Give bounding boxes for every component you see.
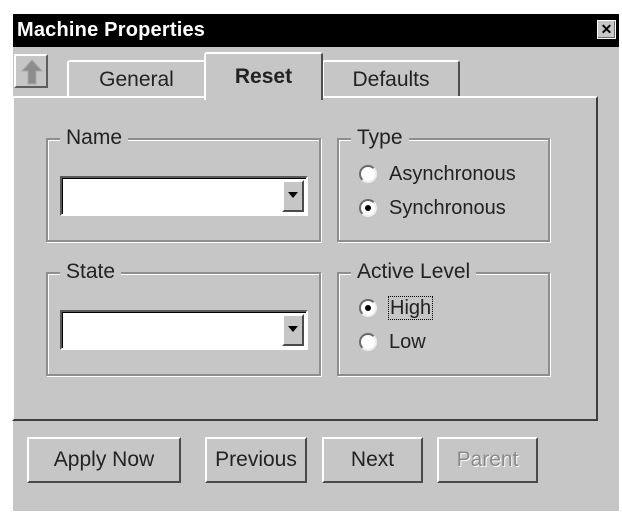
previous-button[interactable]: Previous	[205, 437, 307, 483]
state-dropdown-button[interactable]	[282, 314, 304, 346]
radio-dot-icon	[365, 205, 371, 211]
radio-asynchronous[interactable]: Asynchronous	[359, 163, 544, 187]
name-group-label: Name	[60, 126, 129, 150]
name-group: Name	[46, 126, 321, 242]
radio-button-selected[interactable]	[359, 299, 377, 317]
close-icon: ✕	[600, 21, 613, 37]
up-button[interactable]	[14, 54, 48, 88]
radio-button-selected[interactable]	[359, 199, 377, 217]
reset-tab-panel: Name State Type Asynchronous Synchronous	[12, 96, 598, 421]
window-title: Machine Properties	[17, 19, 206, 41]
radio-button[interactable]	[359, 333, 377, 351]
radio-low[interactable]: Low	[359, 331, 539, 355]
radio-synchronous[interactable]: Synchronous	[359, 197, 544, 221]
tab-defaults[interactable]: Defaults	[322, 60, 460, 98]
state-group-label: State	[60, 260, 122, 284]
up-arrow-icon	[21, 59, 43, 85]
tab-reset[interactable]: Reset	[204, 52, 323, 100]
radio-asynchronous-label: Asynchronous	[389, 163, 516, 185]
state-group: State	[46, 260, 321, 376]
radio-low-label: Low	[389, 331, 426, 353]
chevron-down-icon	[288, 192, 298, 198]
next-button[interactable]: Next	[322, 437, 423, 483]
radio-high[interactable]: High	[359, 296, 539, 321]
close-button[interactable]: ✕	[597, 20, 616, 39]
parent-button[interactable]: Parent	[437, 437, 538, 483]
radio-dot-icon	[365, 305, 371, 311]
tab-defaults-label: Defaults	[352, 68, 430, 91]
apply-now-button[interactable]: Apply Now	[27, 437, 181, 483]
state-combobox[interactable]	[60, 310, 308, 350]
tab-reset-label: Reset	[234, 65, 293, 88]
active-level-group-label: Active Level	[351, 260, 477, 284]
radio-button[interactable]	[359, 165, 377, 183]
active-level-group: Active Level High Low	[337, 260, 550, 376]
type-group-label: Type	[351, 126, 409, 150]
tab-general[interactable]: General	[67, 60, 206, 98]
chevron-down-icon	[288, 326, 298, 332]
type-group: Type Asynchronous Synchronous	[337, 126, 550, 242]
tab-general-label: General	[99, 68, 174, 91]
name-combobox[interactable]	[60, 176, 308, 216]
title-bar[interactable]: Machine Properties ✕	[13, 14, 619, 47]
radio-synchronous-label: Synchronous	[389, 197, 506, 219]
name-dropdown-button[interactable]	[282, 180, 304, 212]
radio-high-label: High	[387, 296, 434, 320]
